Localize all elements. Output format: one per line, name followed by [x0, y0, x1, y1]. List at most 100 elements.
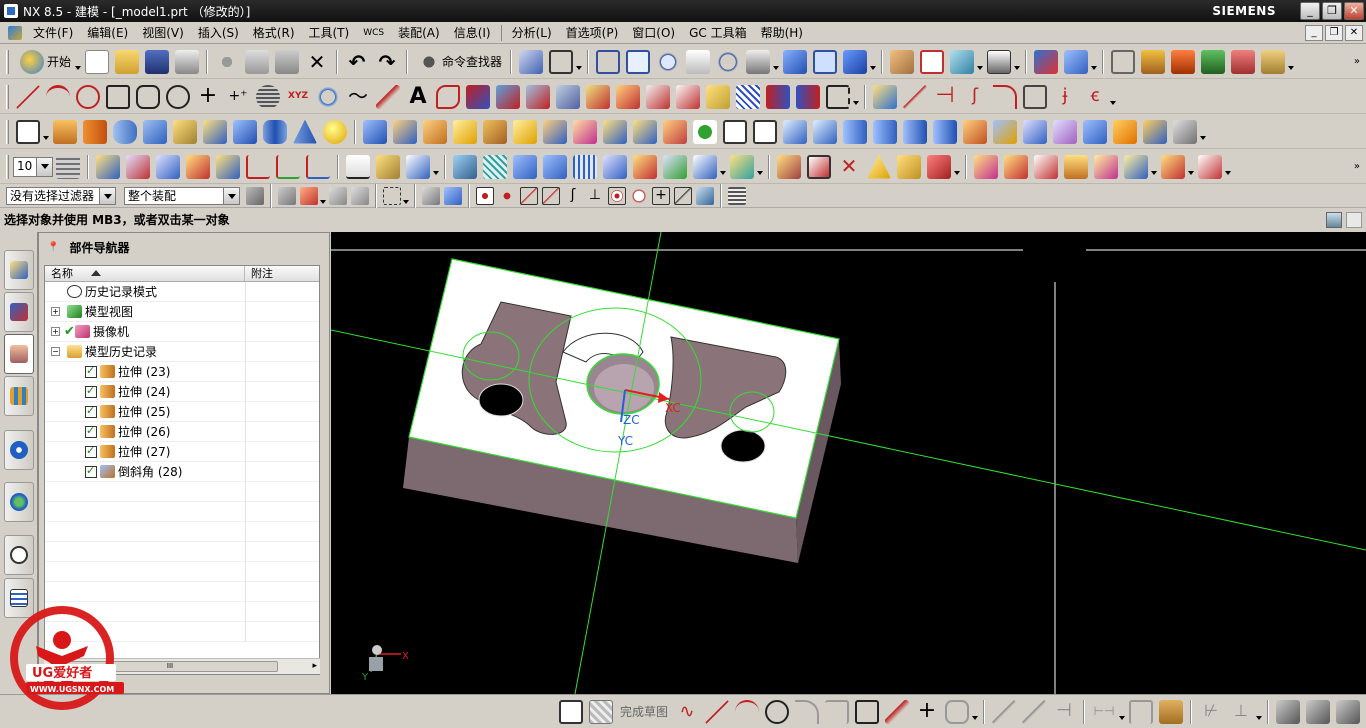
ruled-surface-icon[interactable] — [513, 154, 537, 179]
block-icon[interactable] — [233, 119, 257, 144]
command-finder-button[interactable]: 命令查找器 — [416, 49, 502, 74]
make-perpendicular-icon[interactable] — [1124, 154, 1148, 179]
sync-dropdown-arrow[interactable] — [954, 170, 960, 175]
law-curve-icon[interactable]: XYZ — [286, 85, 310, 109]
chamfer-icon[interactable] — [483, 119, 507, 144]
move-object-icon[interactable] — [1034, 49, 1059, 74]
revolve-icon[interactable] — [83, 119, 107, 144]
select-face-icon[interactable] — [422, 186, 440, 205]
snap-arc-center-icon[interactable] — [608, 186, 626, 205]
menu-format[interactable]: 格式(R) — [246, 24, 302, 41]
sketch-rectangle-icon[interactable] — [855, 699, 880, 724]
open-folder-icon[interactable] — [115, 49, 140, 74]
ellipse-icon[interactable] — [166, 84, 190, 109]
type-filter-select[interactable]: 没有选择过滤器 — [6, 186, 116, 205]
show-hide-icon[interactable] — [96, 154, 120, 179]
stop-at-intersection-icon[interactable] — [351, 186, 369, 205]
cone-icon[interactable] — [293, 119, 317, 144]
sketch-point-icon[interactable]: + — [915, 699, 939, 724]
offset-region-icon[interactable] — [867, 154, 891, 179]
snap-control-point-icon[interactable] — [542, 186, 560, 205]
measure-distance-icon[interactable] — [406, 154, 430, 179]
trim-corner-icon[interactable] — [826, 84, 850, 109]
draft-analysis-icon[interactable] — [1231, 49, 1256, 74]
ruler-icon[interactable] — [346, 154, 370, 179]
cross-section-icon[interactable] — [1198, 154, 1222, 179]
rectangle-select-dropdown-arrow[interactable] — [403, 199, 409, 204]
promote-body-icon[interactable] — [843, 119, 867, 144]
zoom-icon[interactable] — [656, 49, 681, 74]
mirror-curve-icon[interactable] — [646, 84, 670, 109]
sphere-icon[interactable] — [323, 119, 347, 144]
doc-close-button[interactable]: ✕ — [1345, 25, 1363, 41]
redo-icon[interactable]: ↷ — [375, 50, 399, 74]
tree-row-chamfer-28[interactable]: 倒斜角 (28) — [45, 462, 319, 482]
resource-tab-web-browser[interactable] — [4, 482, 34, 522]
feature-dropdown-arrow[interactable] — [1200, 135, 1206, 140]
menu-file[interactable]: 文件(F) — [26, 24, 80, 41]
doc-restore-button[interactable]: ❐ — [1325, 25, 1343, 41]
selection-scope-dropdown-arrow[interactable] — [223, 187, 239, 204]
shell-icon[interactable] — [543, 119, 567, 144]
divide-curve-icon[interactable]: ʃ — [963, 85, 987, 109]
status-icon[interactable] — [1326, 212, 1342, 228]
face-icon[interactable] — [1083, 119, 1107, 144]
replace-body-icon[interactable] — [897, 154, 921, 179]
doc-minimize-button[interactable]: _ — [1305, 25, 1323, 41]
pattern-icon[interactable] — [573, 119, 597, 144]
thicken-icon[interactable] — [1023, 119, 1047, 144]
sketch-studio-spline-icon[interactable] — [885, 699, 910, 724]
feature-checkbox[interactable] — [85, 444, 97, 458]
relations-browser-icon[interactable]: ⊥ — [1229, 700, 1253, 724]
n-sided-surface-icon[interactable] — [603, 154, 627, 179]
extrude-icon[interactable] — [53, 119, 77, 144]
menu-information[interactable]: 信息(I) — [447, 24, 498, 41]
orient-view-icon[interactable] — [549, 49, 574, 74]
expand-toggle[interactable]: + — [51, 327, 60, 336]
trim-body-icon[interactable] — [753, 119, 777, 144]
sketch-line-icon[interactable] — [705, 699, 730, 724]
tree-row-extrude-26[interactable]: 拉伸 (26) — [45, 422, 319, 442]
pan-icon[interactable] — [686, 49, 711, 74]
wrap-curve-icon[interactable] — [676, 84, 700, 109]
swept-icon[interactable] — [543, 154, 567, 179]
patch-icon[interactable] — [903, 119, 927, 144]
scroll-right-arrow[interactable]: ▸ — [312, 661, 317, 671]
pin-icon[interactable]: 📍 — [47, 242, 59, 253]
measure-dropdown-arrow[interactable] — [433, 170, 439, 175]
delete-face-icon[interactable]: ✕ — [837, 155, 861, 179]
extract-body-icon[interactable] — [813, 119, 837, 144]
hole-icon[interactable] — [143, 119, 167, 144]
wcs-dropdown-arrow[interactable] — [1091, 65, 1098, 70]
column-name-header[interactable]: 名称 — [45, 266, 245, 281]
drafting-icon[interactable] — [1111, 49, 1136, 74]
reattach-icon[interactable] — [1306, 699, 1331, 724]
point-set-icon[interactable]: +⁺ — [226, 85, 250, 109]
snap-on-face-icon[interactable] — [696, 186, 714, 205]
copy-icon[interactable] — [245, 49, 270, 74]
graphics-window[interactable]: XC YC ZC X Y — [331, 232, 1366, 694]
zoom-window-icon[interactable] — [626, 49, 651, 74]
show-constraints-icon[interactable]: ⊬ — [1199, 700, 1223, 724]
toolbar-grip[interactable] — [6, 49, 9, 74]
background-dropdown-arrow[interactable] — [977, 65, 984, 70]
cut-icon[interactable] — [215, 49, 240, 74]
menu-help[interactable]: 帮助(H) — [754, 24, 810, 41]
join-curve-icon[interactable] — [556, 84, 580, 109]
toolbar-overflow-chevron[interactable]: » — [1354, 161, 1360, 172]
point-plus-icon[interactable]: + — [196, 84, 220, 109]
rectangle-select-icon[interactable] — [383, 186, 401, 205]
invert-show-icon[interactable] — [156, 154, 180, 179]
snap-perpendicular-icon[interactable]: ⊥ — [586, 187, 604, 205]
curve-analysis-icon[interactable] — [1171, 49, 1196, 74]
sketch-icon[interactable] — [559, 699, 583, 724]
sketch-fillet-icon[interactable] — [795, 699, 820, 724]
perspective-icon[interactable] — [746, 49, 771, 74]
line-icon[interactable] — [16, 84, 40, 109]
bridge-curve-icon[interactable] — [496, 84, 520, 109]
shaded-with-edges-icon[interactable] — [783, 49, 808, 74]
color-swatch-icon[interactable] — [987, 49, 1012, 74]
snap-view-icon[interactable] — [519, 49, 544, 74]
layer-select[interactable]: 10 — [13, 156, 53, 177]
menu-edit[interactable]: 编辑(E) — [80, 24, 135, 41]
